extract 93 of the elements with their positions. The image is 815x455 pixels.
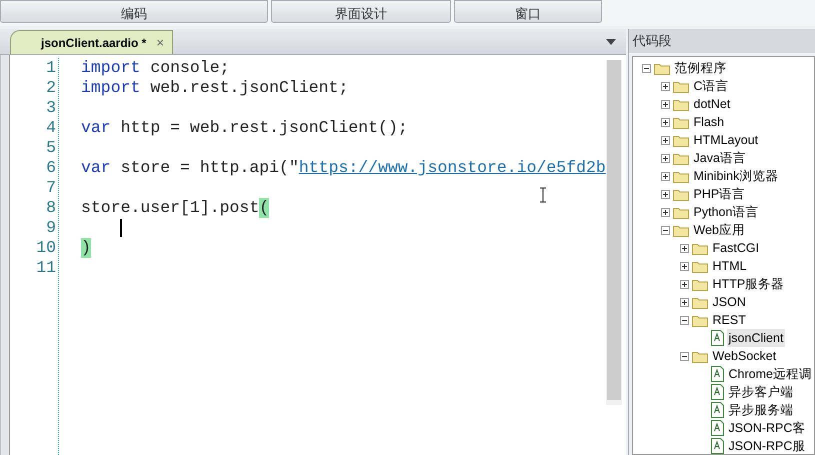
folder-icon [672, 116, 689, 128]
expand-icon[interactable] [680, 262, 689, 270]
expand-icon[interactable] [660, 208, 670, 216]
line-number: 2 [45, 78, 56, 98]
text-cursor-icon [539, 187, 547, 203]
expand-icon[interactable] [680, 244, 689, 252]
code-token: ) [81, 238, 91, 258]
toolbar-button[interactable]: 界面设计 [271, 0, 451, 23]
line-number: 9 [45, 218, 56, 238]
folder-icon [672, 98, 689, 110]
folder-icon [692, 260, 708, 272]
tree-item[interactable]: dotNet [692, 94, 732, 114]
tree-item[interactable]: C语言 [692, 76, 731, 96]
tree-item[interactable]: Python语言 [692, 202, 760, 222]
code-token: import [81, 58, 140, 78]
expand-icon[interactable] [660, 100, 670, 108]
document-icon [710, 366, 724, 382]
tree-item[interactable]: Chrome远程调 [726, 364, 814, 384]
expand-icon[interactable] [660, 82, 670, 90]
tree-item[interactable]: jsonClient [726, 328, 786, 348]
folder-icon [672, 152, 689, 164]
editor-tab[interactable]: jsonClient.aardio * × [10, 30, 173, 54]
document-icon [710, 402, 724, 418]
expand-icon[interactable] [660, 190, 670, 198]
collapse-icon[interactable] [680, 352, 689, 360]
tree-item[interactable]: 异步客户端 [726, 382, 796, 402]
line-number: 8 [45, 198, 56, 218]
toolbar-button[interactable]: 编码 [0, 0, 268, 23]
expand-icon[interactable] [680, 298, 689, 306]
close-button[interactable]: × [156, 32, 164, 52]
panel-title: 代码段 [632, 32, 672, 50]
tree-item[interactable]: JSON [710, 292, 748, 312]
tree-item[interactable]: JSON-RPC服 [726, 436, 808, 454]
line-number: 6 [45, 158, 56, 178]
folder-icon [672, 134, 689, 146]
code-token: console; [149, 58, 230, 78]
line-number: 11 [35, 258, 56, 278]
folder-icon [672, 224, 689, 236]
code-token: https://www.jsonstore.io/e5fd2b [298, 158, 606, 178]
tree-item[interactable]: 范例程序 [672, 58, 729, 78]
folder-icon [692, 314, 708, 326]
folder-icon [672, 170, 689, 182]
dropdown-caret-icon[interactable] [606, 39, 616, 45]
folder-icon [672, 80, 689, 92]
expand-icon[interactable] [660, 172, 670, 180]
tree-item[interactable]: HTMLayout [692, 130, 760, 150]
expand-icon[interactable] [660, 118, 670, 126]
expand-icon[interactable] [660, 136, 670, 144]
collapse-icon[interactable] [680, 316, 689, 324]
tree-item[interactable]: Minibink浏览器 [692, 166, 780, 186]
tree-item[interactable]: JSON-RPC客 [726, 418, 808, 438]
document-icon [710, 330, 724, 346]
tree-item[interactable]: PHP语言 [692, 184, 748, 204]
code-token: var [81, 158, 111, 178]
expand-icon[interactable] [680, 280, 689, 288]
folder-icon [654, 62, 670, 74]
folder-icon [692, 350, 708, 362]
folder-icon [672, 188, 689, 200]
document-icon [710, 384, 724, 400]
tree-item[interactable]: FastCGI [710, 238, 762, 258]
code-token: ( [259, 198, 270, 218]
code-token: " [288, 158, 299, 178]
tree-item[interactable]: WebSocket [710, 346, 778, 366]
line-number: 4 [45, 118, 56, 138]
tree-item[interactable]: HTML [710, 256, 749, 276]
tree-item[interactable]: HTTP服务器 [710, 274, 786, 294]
collapse-icon[interactable] [660, 226, 670, 234]
document-icon [710, 420, 724, 436]
line-number: 1 [45, 58, 56, 78]
folder-icon [692, 278, 708, 290]
code-token: import [81, 78, 140, 98]
line-number: 5 [45, 138, 56, 158]
line-number: 10 [35, 238, 56, 258]
toolbar-button[interactable]: 窗口 [454, 0, 602, 23]
tree-item[interactable]: Web应用 [692, 220, 748, 240]
line-number: 3 [45, 98, 56, 118]
expand-icon[interactable] [660, 154, 670, 162]
code-token: var [81, 118, 111, 138]
code-token: web.rest.jsonClient; [149, 78, 348, 98]
code-token: store = http.api( [120, 158, 289, 178]
tree-item[interactable]: Java语言 [692, 148, 748, 168]
line-number: 7 [45, 178, 56, 198]
folder-icon [692, 242, 708, 254]
collapse-icon[interactable] [642, 64, 651, 72]
code-token: http = web.rest.jsonClient(); [120, 118, 408, 138]
tree-item[interactable]: REST [710, 310, 748, 330]
scrollbar[interactable] [606, 60, 622, 405]
folder-icon [692, 296, 708, 308]
tab-label: jsonClient.aardio * [41, 34, 146, 52]
tree-item[interactable]: 异步服务端 [726, 400, 796, 420]
folder-icon [672, 206, 689, 218]
tree-item[interactable]: Flash [692, 112, 726, 132]
code-token: store.user[1].post [81, 198, 260, 218]
